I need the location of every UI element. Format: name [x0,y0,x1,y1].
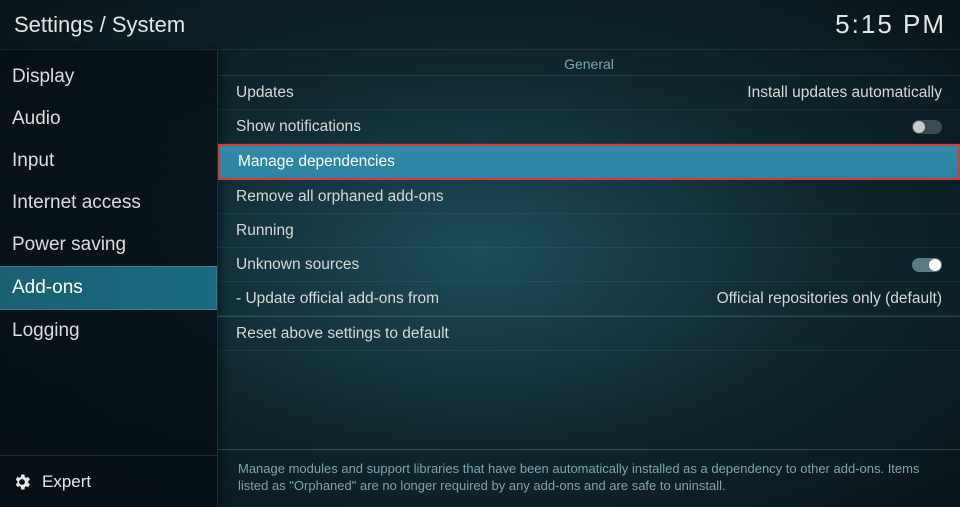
setting-row-remove-all-orphaned-add-ons[interactable]: Remove all orphaned add-ons [218,180,960,214]
sidebar-item-internet-access[interactable]: Internet access [0,182,217,224]
sidebar: Display Audio Input Internet access Power sa… [0,50,218,507]
setting-label: Remove all orphaned add-ons [236,188,444,206]
sidebar-item-label: Audio [12,108,61,129]
sidebar-item-display[interactable]: Display [0,56,217,98]
settings-level-button[interactable]: Expert [0,455,217,507]
setting-row-running[interactable]: Running [218,214,960,248]
sidebar-item-label: Display [12,66,74,87]
description-footer: Manage modules and support libraries tha… [218,449,960,507]
sidebar-item-label: Power saving [12,234,126,255]
setting-value: Install updates automatically [747,84,942,102]
sidebar-item-label: Internet access [12,192,141,213]
gear-icon [12,472,32,492]
setting-row-manage-dependencies[interactable]: Manage dependencies [218,144,960,180]
setting-label: Unknown sources [236,256,359,274]
sidebar-item-label: Add-ons [12,277,83,298]
sidebar-item-add-ons[interactable]: Add-ons [0,266,217,310]
setting-label: Manage dependencies [238,153,395,171]
sidebar-item-input[interactable]: Input [0,140,217,182]
setting-value: Official repositories only (default) [717,290,942,308]
toggle-show-notifications[interactable] [912,120,942,134]
section-header: General [218,50,960,76]
sidebar-item-label: Input [12,150,54,171]
setting-row-update-official-add-ons-from[interactable]: - Update official add-ons from Official r… [218,282,960,316]
setting-label: Show notifications [236,118,361,136]
sidebar-item-logging[interactable]: Logging [0,310,217,352]
setting-row-reset-above-settings-to-default[interactable]: Reset above settings to default [218,317,960,351]
setting-row-unknown-sources[interactable]: Unknown sources [218,248,960,282]
breadcrumb: Settings / System [14,12,185,38]
setting-label: Reset above settings to default [236,325,449,343]
setting-label: Updates [236,84,294,102]
clock: 5:15 PM [835,9,946,40]
setting-label: Running [236,222,294,240]
sidebar-item-label: Logging [12,320,80,341]
sidebar-item-power-saving[interactable]: Power saving [0,224,217,266]
sidebar-item-audio[interactable]: Audio [0,98,217,140]
setting-row-show-notifications[interactable]: Show notifications [218,110,960,144]
settings-level-label: Expert [42,472,91,492]
setting-label: - Update official add-ons from [236,290,439,308]
toggle-unknown-sources[interactable] [912,258,942,272]
setting-row-updates[interactable]: Updates Install updates automatically [218,76,960,110]
